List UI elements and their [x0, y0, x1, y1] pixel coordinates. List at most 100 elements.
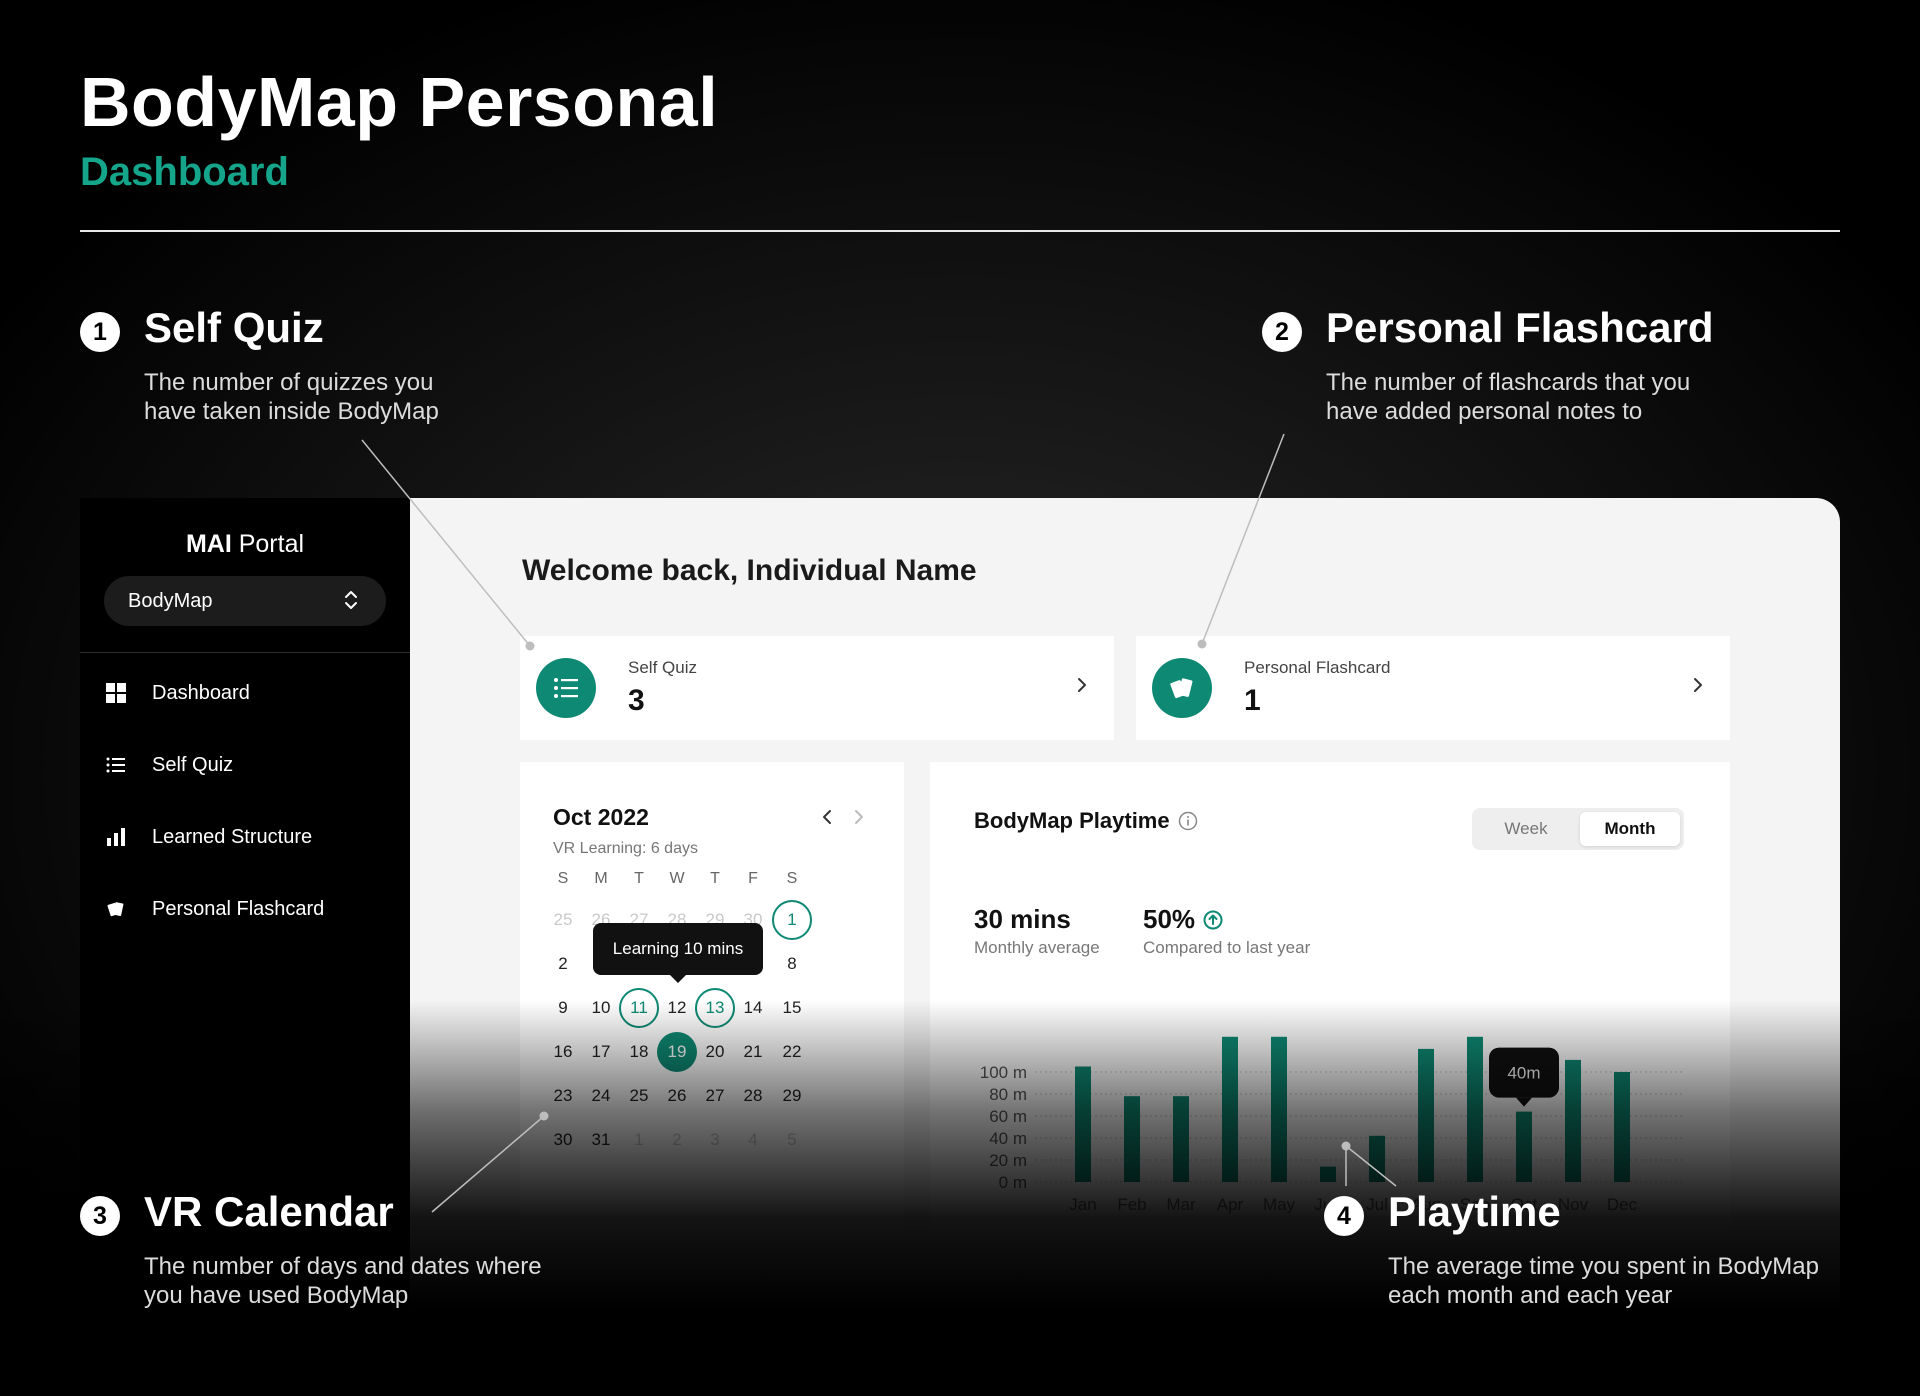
sidebar-item-personal-flashcard[interactable]: Personal Flashcard [106, 894, 324, 924]
playtime-bar-chart: 100 m 80 m 60 m 40 m 20 m 0 m Jan Feb Mar Apr May J… [980, 1036, 1682, 1214]
annotation-number: 1 [80, 312, 120, 352]
chevron-right-icon[interactable] [1692, 676, 1704, 694]
annotation-number: 3 [80, 1196, 120, 1236]
flashcard-icon [106, 899, 126, 919]
personal-flashcard-card[interactable]: Personal Flashcard 1 [1136, 636, 1730, 740]
bar-feb[interactable] [1124, 1096, 1140, 1182]
flashcard-icon [1152, 658, 1212, 718]
calendar-day[interactable]: 9 [543, 988, 583, 1028]
bar-may[interactable] [1271, 1036, 1287, 1182]
annotation-description: The number of days and dates where you h… [144, 1253, 542, 1309]
bar-chart-icon [106, 827, 126, 847]
calendar-day[interactable]: 19 [657, 1032, 697, 1072]
weekday-label: S [557, 870, 569, 887]
bar-nov[interactable] [1565, 1059, 1581, 1182]
list-icon [536, 658, 596, 718]
annotation-title: VR Calendar [144, 1188, 394, 1235]
list-icon [106, 755, 126, 775]
calendar-day[interactable]: 10 [581, 988, 621, 1028]
weekday-label: F [748, 870, 758, 887]
annotation-title: Self Quiz [144, 304, 324, 351]
weekday-label: T [634, 870, 644, 887]
bar-jul[interactable] [1369, 1135, 1385, 1182]
annotation-number: 2 [1262, 312, 1302, 352]
calendar-day[interactable]: 12 [657, 988, 697, 1028]
calendar-tooltip: Learning 10 mins [593, 923, 763, 983]
calendar-day[interactable]: 2 [543, 944, 583, 984]
yoy-metric: 50% [1143, 904, 1223, 935]
calendar-day[interactable]: 23 [543, 1076, 583, 1116]
calendar-day[interactable]: 8 [772, 944, 812, 984]
page-title: BodyMap Personal [80, 63, 719, 141]
page-subtitle: Dashboard [80, 150, 289, 194]
calendar-day[interactable]: 25 [619, 1076, 659, 1116]
sidebar-item-self-quiz[interactable]: Self Quiz [106, 750, 233, 780]
annotation-title: Playtime [1388, 1188, 1561, 1235]
y-tick-label: 0 m [999, 1173, 1027, 1192]
bar-oct[interactable] [1516, 1111, 1532, 1182]
calendar-day[interactable]: 29 [772, 1076, 812, 1116]
calendar-day[interactable]: 1 [772, 900, 812, 940]
calendar-month-title: Oct 2022 [553, 804, 649, 830]
calendar-day[interactable]: 26 [657, 1076, 697, 1116]
toggle-week[interactable]: Week [1476, 812, 1576, 846]
calendar-day[interactable]: 5 [772, 1120, 812, 1160]
chevron-right-icon[interactable] [852, 808, 866, 826]
playtime-title: BodyMap Playtime [974, 808, 1198, 834]
calendar-day[interactable]: 17 [581, 1032, 621, 1072]
bar-jan[interactable] [1075, 1066, 1091, 1183]
calendar-day[interactable]: 24 [581, 1076, 621, 1116]
calendar-day[interactable]: 11 [619, 988, 659, 1028]
yoy-label: Compared to last year [1143, 938, 1311, 957]
calendar-day[interactable]: 20 [695, 1032, 735, 1072]
playtime-title-text: BodyMap Playtime [974, 808, 1170, 833]
bar-mar[interactable] [1173, 1096, 1189, 1182]
bar-aug[interactable] [1418, 1048, 1434, 1182]
calendar-day[interactable]: 1 [619, 1120, 659, 1160]
calendar-day[interactable]: 2 [657, 1120, 697, 1160]
app-selector[interactable]: BodyMap [104, 576, 386, 626]
calendar-day[interactable]: 13 [695, 988, 735, 1028]
weekday-label: M [594, 870, 608, 887]
self-quiz-card[interactable]: Self Quiz 3 [520, 636, 1114, 740]
bar-jun[interactable] [1320, 1166, 1336, 1182]
card-value: 1 [1244, 684, 1261, 717]
period-toggle: Week Month [1472, 808, 1684, 850]
calendar-day[interactable]: 4 [733, 1120, 773, 1160]
x-tick-label: Jul [1366, 1195, 1388, 1214]
chevron-right-icon[interactable] [1076, 676, 1088, 694]
calendar-day[interactable]: 30 [543, 1120, 583, 1160]
toggle-month[interactable]: Month [1580, 812, 1680, 846]
sidebar-item-label: Personal Flashcard [152, 897, 325, 920]
sidebar-item-dashboard[interactable]: Dashboard [106, 678, 250, 708]
welcome-heading: Welcome back, Individual Name [522, 554, 977, 587]
chart-tooltip-text: 40m [1507, 1064, 1540, 1083]
calendar-day[interactable]: 22 [772, 1032, 812, 1072]
chevron-up-down-icon [345, 591, 357, 609]
calendar-day[interactable]: 16 [543, 1032, 583, 1072]
calendar-day[interactable]: 25 [543, 900, 583, 940]
y-tick-label: 20 m [989, 1151, 1027, 1170]
calendar-day[interactable]: 3 [695, 1120, 735, 1160]
calendar-day[interactable]: 28 [733, 1076, 773, 1116]
bar-dec[interactable] [1614, 1072, 1630, 1182]
bar-sep[interactable] [1467, 1036, 1483, 1182]
chart-tooltip-pointer [1516, 1097, 1532, 1107]
chevron-left-icon[interactable] [820, 808, 834, 826]
sidebar-item-label: Dashboard [152, 681, 250, 704]
calendar-day[interactable]: 15 [772, 988, 812, 1028]
calendar-day[interactable]: 14 [733, 988, 773, 1028]
weekday-label: W [669, 870, 685, 887]
calendar-day[interactable]: 21 [733, 1032, 773, 1072]
calendar-day[interactable]: 31 [581, 1120, 621, 1160]
x-tick-label: Mar [1166, 1195, 1196, 1214]
sidebar-item-learned-structure[interactable]: Learned Structure [106, 822, 312, 852]
calendar-day[interactable]: 18 [619, 1032, 659, 1072]
info-icon[interactable] [1178, 811, 1198, 831]
vr-calendar: Oct 2022 VR Learning: 6 days Learning 10… [520, 762, 904, 1232]
y-tick-label: 80 m [989, 1085, 1027, 1104]
calendar-subtitle: VR Learning: 6 days [553, 840, 698, 857]
bar-apr[interactable] [1222, 1036, 1238, 1182]
card-label: Personal Flashcard [1244, 658, 1391, 677]
calendar-day[interactable]: 27 [695, 1076, 735, 1116]
